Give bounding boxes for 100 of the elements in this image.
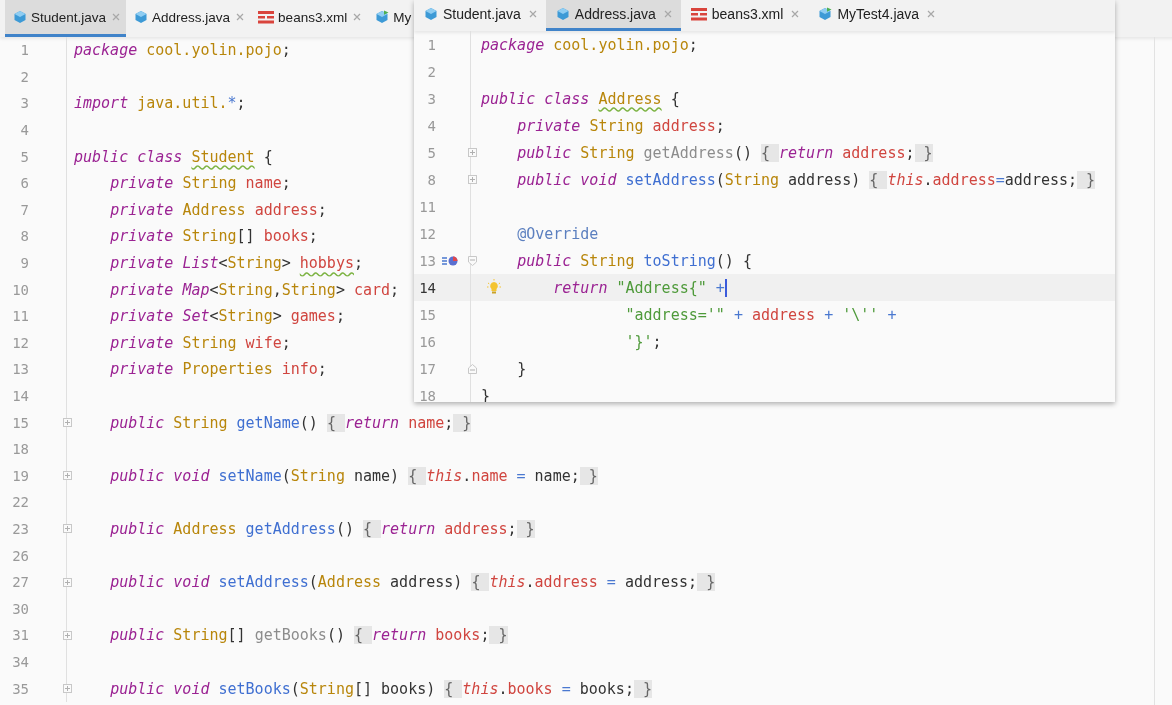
code-line: package cool.yolin.pojo;	[481, 35, 698, 54]
lightbulb-icon[interactable]	[487, 279, 501, 295]
line-number: 13	[418, 252, 436, 269]
line-number: 12	[418, 225, 436, 242]
override-marker-icon[interactable]	[442, 254, 458, 267]
line-number: 7	[19, 201, 29, 218]
line-number: 5	[426, 144, 436, 161]
code-line: public String getAddress() { return address; }	[517, 143, 933, 162]
code-line: public void setAddress(String address) { this.address=address; }	[517, 170, 1096, 189]
code-line: public void setAddress(Address address) { this.address = address; }	[110, 573, 716, 592]
expand-icon[interactable]	[62, 418, 72, 428]
line-number: 8	[426, 171, 436, 188]
code-line: public String toString() {	[517, 251, 752, 270]
editor-tab[interactable]: MyTest4.java	[808, 0, 945, 31]
code-line: public void setName(String name) { this.name = name; }	[110, 466, 598, 485]
close-icon[interactable]	[791, 10, 800, 18]
code-line: private Set<String> games;	[110, 307, 345, 326]
line-number: 3	[19, 95, 29, 112]
editor-tab[interactable]: beans3.xml	[680, 0, 809, 31]
code-line: }	[517, 359, 527, 378]
code-line: private String[] books;	[110, 227, 318, 246]
line-number: 27	[11, 574, 29, 591]
code-line: public String getName() { return name; }	[110, 413, 472, 432]
editor-tab[interactable]: My	[367, 0, 412, 37]
close-icon[interactable]	[353, 13, 362, 21]
line-number: 34	[11, 653, 29, 670]
expand-icon[interactable]	[468, 175, 477, 184]
code-line: private Map<String,String> card;	[110, 280, 400, 299]
line-number: 13	[11, 361, 29, 378]
java-file-icon	[424, 7, 438, 21]
line-number: 2	[19, 68, 29, 85]
line-number: 5	[19, 148, 29, 165]
line-number: 15	[418, 306, 436, 323]
line-number: 26	[11, 547, 29, 564]
code-line: @Override	[517, 224, 599, 243]
close-icon[interactable]	[528, 10, 537, 18]
java-test-file-icon	[375, 10, 390, 24]
code-line: public Address getAddress() { return address; }	[110, 520, 535, 538]
code-line: public class Student {	[74, 147, 273, 166]
line-number: 12	[11, 334, 29, 351]
code-line: private List<String> hobbys;	[110, 254, 363, 273]
collapse-icon[interactable]	[468, 255, 477, 266]
java-file-icon	[13, 10, 27, 24]
close-icon[interactable]	[112, 13, 121, 21]
close-icon[interactable]	[927, 10, 936, 18]
expand-icon[interactable]	[62, 630, 72, 640]
line-number: 2	[426, 63, 436, 80]
line-number: 14	[418, 279, 436, 296]
expand-icon[interactable]	[62, 471, 72, 481]
code-line: return "Address{" +	[553, 278, 725, 297]
line-number: 9	[19, 255, 29, 272]
code-line: private String address;	[517, 116, 725, 135]
line-number: 3	[426, 90, 436, 107]
code-line: '}';	[625, 332, 662, 351]
code-line: package cool.yolin.pojo;	[74, 41, 291, 60]
collapse-icon[interactable]	[468, 363, 477, 374]
java-file-icon	[555, 7, 570, 21]
code-line: import java.util.*;	[74, 94, 246, 113]
line-number: 30	[11, 600, 29, 617]
editor-tab[interactable]: Address.java	[126, 0, 251, 37]
code-line: private String name;	[110, 174, 291, 193]
editor-tab[interactable]: beans3.xml	[250, 0, 368, 37]
java-file-icon	[134, 10, 149, 24]
line-number: 16	[418, 333, 436, 350]
line-number: 10	[11, 281, 29, 298]
line-number: 14	[11, 388, 29, 404]
editor-tab[interactable]: Student.java	[5, 0, 127, 37]
line-number: 1	[426, 36, 436, 53]
line-number: 22	[11, 494, 29, 511]
line-number: 4	[19, 122, 29, 139]
xml-file-icon	[690, 7, 707, 21]
line-number: 4	[426, 117, 436, 134]
code-line: private Properties info;	[110, 360, 327, 379]
code-line: public class Address {	[481, 89, 680, 108]
line-number: 18	[11, 441, 29, 458]
editor-tab[interactable]: Address.java	[545, 0, 681, 31]
expand-icon[interactable]	[62, 524, 72, 534]
code-line: "address='" + address + '\'' +	[625, 305, 897, 324]
line-number: 11	[11, 308, 29, 325]
expand-icon[interactable]	[62, 684, 72, 694]
line-number: 19	[11, 467, 29, 484]
line-number: 6	[19, 175, 29, 192]
close-icon[interactable]	[236, 13, 245, 21]
java-test-file-icon	[818, 7, 833, 21]
xml-file-icon	[258, 10, 275, 24]
line-number: 31	[11, 627, 29, 644]
line-number: 11	[418, 198, 436, 215]
editor-tab[interactable]: Student.java	[414, 0, 546, 31]
line-number: 35	[11, 680, 29, 697]
expand-icon[interactable]	[468, 148, 477, 157]
expand-icon[interactable]	[62, 577, 72, 587]
code-line: private Address address;	[110, 200, 327, 219]
line-number: 18	[418, 387, 436, 402]
code-line: public void setBooks(String[] books) { this.books = books; }	[110, 679, 652, 698]
code-line: public String[] getBooks() { return books; }	[110, 626, 508, 645]
line-number: 15	[11, 414, 29, 431]
line-number: 8	[19, 228, 29, 245]
close-icon[interactable]	[663, 10, 672, 18]
line-number: 1	[19, 42, 29, 59]
line-number: 17	[418, 360, 436, 377]
